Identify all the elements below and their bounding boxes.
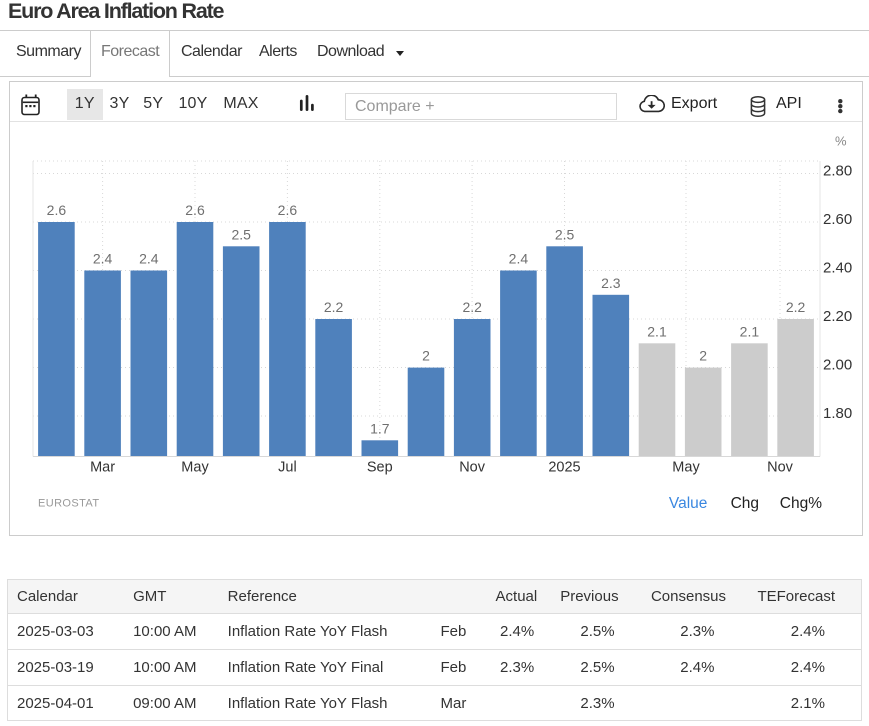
svg-text:1.80: 1.80 xyxy=(823,405,852,422)
svg-text:2: 2 xyxy=(422,348,430,364)
svg-text:May: May xyxy=(672,460,700,476)
svg-text:2.3: 2.3 xyxy=(601,275,621,291)
svg-text:2.6: 2.6 xyxy=(278,202,298,218)
svg-text:2: 2 xyxy=(699,348,707,364)
svg-text:Nov: Nov xyxy=(767,460,794,476)
svg-text:2.80: 2.80 xyxy=(823,163,852,180)
svg-text:2.4: 2.4 xyxy=(139,251,159,267)
svg-text:2.00: 2.00 xyxy=(823,357,852,374)
svg-text:May: May xyxy=(181,460,209,476)
svg-text:1.7: 1.7 xyxy=(370,420,390,436)
svg-text:2.1: 2.1 xyxy=(740,323,760,339)
svg-text:2.1: 2.1 xyxy=(647,323,667,339)
svg-text:Jul: Jul xyxy=(278,460,297,476)
svg-text:Value: Value xyxy=(669,495,708,512)
svg-text:2.5: 2.5 xyxy=(555,226,575,242)
svg-text:2.5: 2.5 xyxy=(231,226,251,242)
svg-text:2.2: 2.2 xyxy=(786,299,806,315)
svg-text:Chg: Chg xyxy=(731,495,759,512)
svg-text:2.2: 2.2 xyxy=(324,299,344,315)
svg-text:2.40: 2.40 xyxy=(823,260,852,277)
svg-text:2.6: 2.6 xyxy=(185,202,205,218)
svg-text:2.4: 2.4 xyxy=(93,251,113,267)
svg-text:2.20: 2.20 xyxy=(823,308,852,325)
svg-text:2.60: 2.60 xyxy=(823,211,852,228)
svg-text:2.2: 2.2 xyxy=(462,299,482,315)
svg-text:2.6: 2.6 xyxy=(47,202,67,218)
svg-text:%: % xyxy=(835,134,847,149)
svg-text:Chg%: Chg% xyxy=(780,495,822,512)
svg-text:Mar: Mar xyxy=(90,460,115,476)
svg-text:Nov: Nov xyxy=(459,460,486,476)
svg-text:2.4: 2.4 xyxy=(509,251,529,267)
svg-text:EUROSTAT: EUROSTAT xyxy=(38,498,99,510)
svg-text:Sep: Sep xyxy=(367,460,393,476)
svg-text:2025: 2025 xyxy=(548,460,580,476)
